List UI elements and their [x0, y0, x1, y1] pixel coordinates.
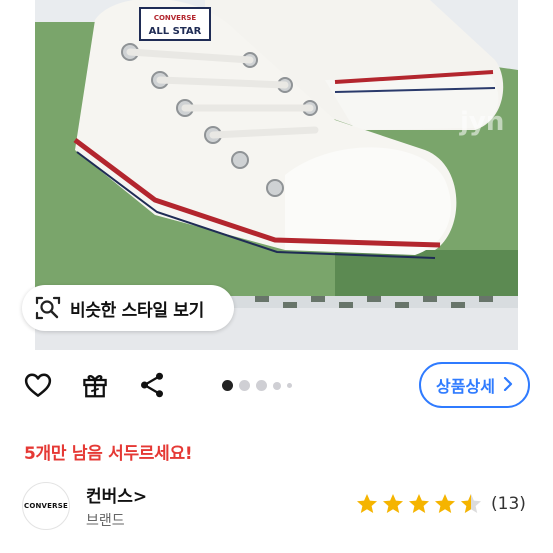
share-icon[interactable]	[136, 369, 168, 401]
star-icon	[383, 494, 403, 513]
carousel-indicator	[222, 380, 292, 391]
rating[interactable]: (13)	[355, 492, 526, 516]
brand-section: CONVERSE 컨버스> 브랜드 (13)	[0, 480, 553, 540]
similar-style-button[interactable]: 비슷한 스타일 보기	[22, 285, 234, 331]
brand-name-link[interactable]: 컨버스>	[86, 482, 147, 507]
star-icon	[357, 494, 377, 513]
product-detail-button[interactable]: 상품상세	[419, 362, 530, 408]
tongue-brand-text: CONVERSE	[154, 14, 197, 22]
tongue-label-text: ALL STAR	[149, 26, 202, 37]
carousel-dot[interactable]	[273, 381, 281, 390]
brand-logo[interactable]: CONVERSE	[22, 482, 70, 530]
review-count: (13)	[491, 494, 526, 514]
carousel-dot[interactable]	[256, 380, 267, 391]
carousel-dot[interactable]	[287, 383, 292, 388]
similar-style-label: 비슷한 스타일 보기	[70, 300, 204, 321]
half-star-icon	[461, 494, 481, 513]
gift-icon[interactable]	[79, 369, 111, 401]
stock-alert: 5개만 남음 서두르세요!	[24, 444, 193, 464]
carousel-dot[interactable]	[239, 380, 250, 391]
brand-logo-text: CONVERSE	[24, 502, 68, 510]
star-icon	[409, 494, 429, 513]
product-detail-label: 상품상세	[436, 377, 495, 396]
heart-icon[interactable]	[22, 369, 54, 401]
search-image-icon	[34, 294, 62, 322]
brand-chevron: >	[132, 487, 148, 507]
carousel-dot-active[interactable]	[222, 380, 233, 391]
watermark-text: jyn	[459, 107, 504, 137]
brand-name: 컨버스	[86, 487, 133, 507]
chevron-right-icon	[503, 376, 513, 395]
brand-subtitle: 브랜드	[86, 513, 125, 529]
star-icon	[435, 494, 455, 513]
